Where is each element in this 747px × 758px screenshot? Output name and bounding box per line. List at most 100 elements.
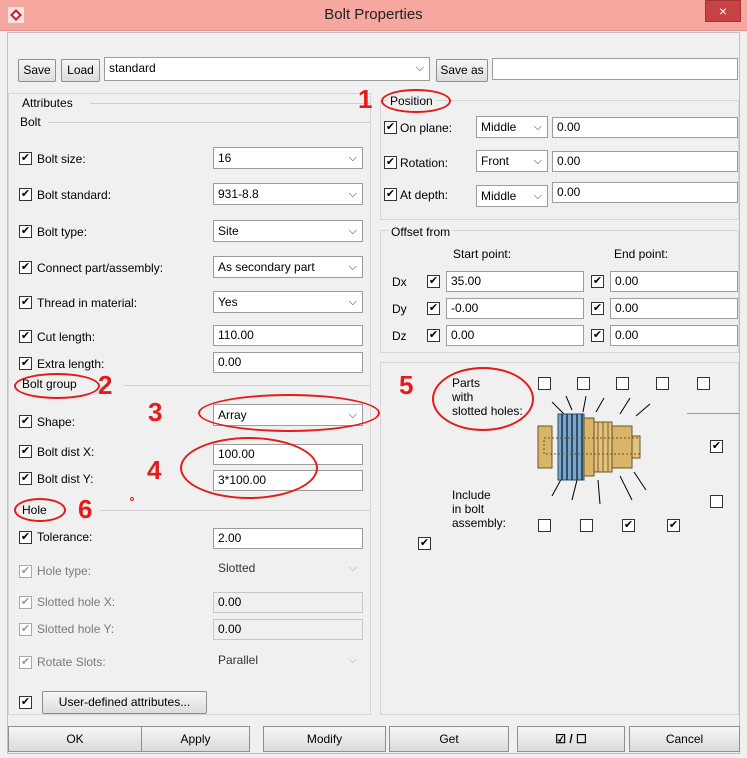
bolt-row-combo[interactable]: 16 ⌵ xyxy=(213,147,363,169)
at-depth-checkbox[interactable]: ✔ xyxy=(384,188,397,201)
save-as-button[interactable]: Save as xyxy=(436,59,488,82)
washer-checkbox[interactable]: ✔ xyxy=(710,440,723,453)
offset-start-checkbox[interactable]: ✔ xyxy=(427,275,440,288)
offset-start-input[interactable]: -0.00 xyxy=(446,298,584,319)
save-button[interactable]: Save xyxy=(18,59,56,82)
chevron-down-icon: ⌵ xyxy=(348,261,357,273)
bolt-row-checkbox[interactable]: ✔ xyxy=(19,152,32,165)
at-depth-label: At depth: xyxy=(400,188,449,202)
slotted-hole-x-checkbox: ✔ xyxy=(19,596,32,609)
divider xyxy=(124,385,370,386)
annotation-number: 3 xyxy=(148,397,163,427)
offset-start-checkbox[interactable]: ✔ xyxy=(427,302,440,315)
hole-type-label: Hole type: xyxy=(37,564,92,578)
modify-button[interactable]: Modify xyxy=(263,726,386,752)
bolt-row-combo[interactable]: 931-8.8 ⌵ xyxy=(213,183,363,205)
bolt-row-label: Bolt standard: xyxy=(37,188,112,202)
include-part-1-checkbox[interactable] xyxy=(538,519,551,532)
include-part-3-checkbox[interactable]: ✔ xyxy=(622,519,635,532)
preset-value: standard xyxy=(109,61,156,75)
apply-button[interactable]: Apply xyxy=(141,726,250,752)
slotted-part-4-checkbox[interactable] xyxy=(656,377,669,390)
offset-start-input[interactable]: 35.00 xyxy=(446,271,584,292)
slotted-hole-y-checkbox: ✔ xyxy=(19,623,32,636)
tolerance-input[interactable]: 2.00 xyxy=(213,528,363,549)
on-plane-combo[interactable]: Middle ⌵ xyxy=(476,116,548,138)
bolt-row-checkbox[interactable]: ✔ xyxy=(19,296,32,309)
tolerance-checkbox[interactable]: ✔ xyxy=(19,531,32,544)
at-depth-combo[interactable]: Middle ⌵ xyxy=(476,185,548,207)
bolt-row-checkbox[interactable]: ✔ xyxy=(19,330,32,343)
annotation-oval xyxy=(14,498,66,522)
bolt-row-value: Site xyxy=(218,224,239,238)
attributes-section-label: Attributes xyxy=(22,96,73,110)
bolt-row-label: Cut length: xyxy=(37,330,96,344)
bolt-dist-x-label: Bolt dist X: xyxy=(37,445,95,459)
bolt-row-checkbox[interactable]: ✔ xyxy=(19,357,32,370)
rotate-slots-checkbox: ✔ xyxy=(19,656,32,669)
annotation-number: 4 xyxy=(147,455,162,485)
save-as-name-field[interactable] xyxy=(492,58,738,80)
bolt-row-value: Yes xyxy=(218,295,238,309)
offset-end-input[interactable]: 0.00 xyxy=(610,271,738,292)
offset-axis-label: Dy xyxy=(392,302,407,316)
bolt-row-combo[interactable]: Site ⌵ xyxy=(213,220,363,242)
rotation-checkbox[interactable]: ✔ xyxy=(384,156,397,169)
offset-end-checkbox[interactable]: ✔ xyxy=(591,329,604,342)
cancel-button[interactable]: Cancel xyxy=(629,726,740,752)
bolt-row-input[interactable]: 0.00 xyxy=(213,352,363,373)
include-part-2-checkbox[interactable] xyxy=(580,519,593,532)
chevron-down-icon: ⌵ xyxy=(348,152,357,164)
shape-label: Shape: xyxy=(37,415,76,429)
shape-checkbox[interactable]: ✔ xyxy=(19,415,32,428)
offset-end-checkbox[interactable]: ✔ xyxy=(591,302,604,315)
title-bar: Bolt Properties × xyxy=(0,0,747,31)
include-part-4-checkbox[interactable]: ✔ xyxy=(667,519,680,532)
bolt-row-checkbox[interactable]: ✔ xyxy=(19,188,32,201)
slotted-hole-y-label: Slotted hole Y: xyxy=(37,622,115,636)
user-defined-checkbox[interactable]: ✔ xyxy=(19,696,32,709)
offset-start-input[interactable]: 0.00 xyxy=(446,325,584,346)
on-plane-checkbox[interactable]: ✔ xyxy=(384,121,397,134)
slotted-part-3-checkbox[interactable] xyxy=(616,377,629,390)
slotted-part-5-checkbox[interactable] xyxy=(697,377,710,390)
on-plane-offset-input[interactable]: 0.00 xyxy=(552,117,738,138)
toggle-checkboxes-button[interactable]: ☑ / ☐ xyxy=(517,726,625,752)
chevron-down-icon: ⌵ xyxy=(348,225,357,237)
load-button[interactable]: Load xyxy=(61,59,100,82)
rotate-slots-label: Rotate Slots: xyxy=(37,655,106,669)
bolt-row-checkbox[interactable]: ✔ xyxy=(19,225,32,238)
offset-start-checkbox[interactable]: ✔ xyxy=(427,329,440,342)
divider xyxy=(48,122,370,123)
annotation-oval xyxy=(432,367,534,431)
bolt-row-combo[interactable]: Yes ⌵ xyxy=(213,291,363,313)
bolt-dist-x-checkbox[interactable]: ✔ xyxy=(19,445,32,458)
bolt-row-checkbox[interactable]: ✔ xyxy=(19,261,32,274)
get-button[interactable]: Get xyxy=(389,726,509,752)
rotation-combo[interactable]: Front ⌵ xyxy=(476,150,548,172)
offset-axis-label: Dx xyxy=(392,275,407,289)
bolt-row-input[interactable]: 110.00 xyxy=(213,325,363,346)
annotation-dot xyxy=(130,497,134,501)
nut-checkbox[interactable] xyxy=(710,495,723,508)
offset-end-checkbox[interactable]: ✔ xyxy=(591,275,604,288)
offset-end-input[interactable]: 0.00 xyxy=(610,298,738,319)
rotation-offset-input[interactable]: 0.00 xyxy=(552,151,738,172)
divider xyxy=(100,510,370,511)
include-assembly-label: Include in bolt assembly: xyxy=(452,488,506,530)
preset-combo[interactable]: standard ⌵ xyxy=(104,57,430,81)
bolt-properties-window: Bolt Properties × Save Load standard ⌵ Sa… xyxy=(0,0,747,758)
tolerance-label: Tolerance: xyxy=(37,530,93,544)
slotted-part-1-checkbox[interactable] xyxy=(538,377,551,390)
at-depth-offset-input[interactable]: 0.00 xyxy=(552,182,738,203)
bolt-dist-y-checkbox[interactable]: ✔ xyxy=(19,472,32,485)
annotation-oval xyxy=(14,373,100,399)
offset-end-input[interactable]: 0.00 xyxy=(610,325,738,346)
include-bolt-checkbox[interactable]: ✔ xyxy=(418,537,431,550)
slotted-part-2-checkbox[interactable] xyxy=(577,377,590,390)
user-defined-attributes-button[interactable]: User-defined attributes... xyxy=(42,691,207,714)
offset-from-label: Offset from xyxy=(389,225,453,239)
ok-button[interactable]: OK xyxy=(8,726,142,752)
close-button[interactable]: × xyxy=(705,0,741,22)
bolt-row-combo[interactable]: As secondary part ⌵ xyxy=(213,256,363,278)
